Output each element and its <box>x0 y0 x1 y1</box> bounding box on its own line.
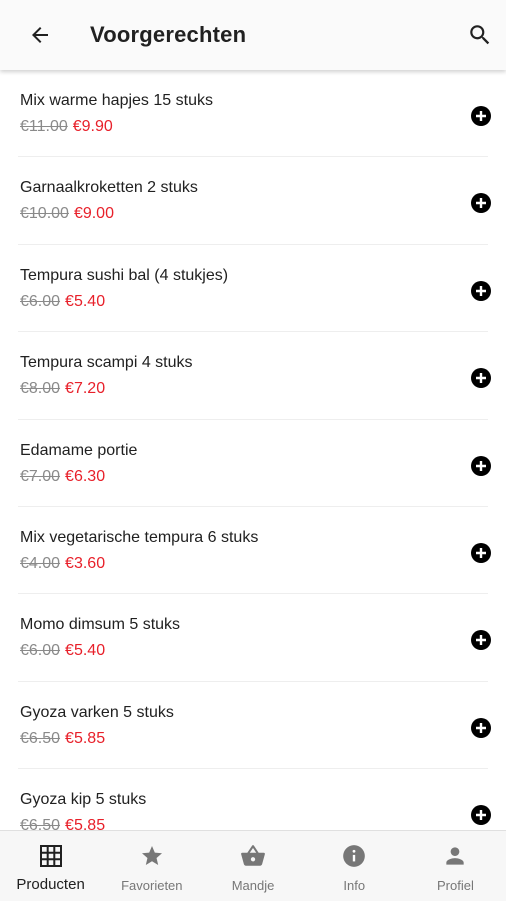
nav-label: Info <box>343 878 366 893</box>
product-name: Gyoza kip 5 stuks <box>20 791 147 809</box>
add-to-cart-button[interactable] <box>463 185 499 221</box>
product-row[interactable]: Mix vegetarische tempura 6 stuks €4.00 €3… <box>18 507 491 595</box>
back-button[interactable] <box>22 17 58 53</box>
product-name: Gyoza varken 5 stuks <box>20 703 174 721</box>
basket-icon <box>241 845 265 866</box>
product-row[interactable]: Momo dimsum 5 stuks €6.00 €5.40 <box>18 594 491 682</box>
add-circle-icon <box>471 368 491 389</box>
page-title: Voorgerechten <box>90 22 247 47</box>
add-circle-icon <box>471 193 491 214</box>
nav-label: Producten <box>16 876 85 893</box>
search-button[interactable] <box>462 17 498 53</box>
sale-price: €5.85 <box>65 729 106 747</box>
add-to-cart-button[interactable] <box>463 535 499 571</box>
add-to-cart-button[interactable] <box>463 797 499 830</box>
product-row[interactable]: Gyoza varken 5 stuks €6.50 €5.85 <box>18 682 491 770</box>
sale-price: €9.00 <box>73 205 114 223</box>
product-price: €6.00 €5.40 <box>20 293 105 311</box>
add-circle-icon <box>471 805 491 826</box>
nav-profiel[interactable]: Profiel <box>405 831 506 901</box>
add-circle-icon <box>471 280 491 301</box>
product-row[interactable]: Garnaalkroketten 2 stuks €10.00 €9.00 <box>18 157 491 245</box>
old-price: €6.50 <box>20 729 61 747</box>
sale-price: €5.40 <box>65 642 106 660</box>
product-price: €8.00 €7.20 <box>20 380 105 398</box>
product-name: Mix vegetarische tempura 6 stuks <box>20 528 259 546</box>
add-to-cart-button[interactable] <box>463 360 499 396</box>
add-circle-icon <box>471 542 491 563</box>
nav-mandje[interactable]: Mandje <box>202 831 303 901</box>
product-row[interactable]: Tempura sushi bal (4 stukjes) €6.00 €5.40 <box>18 245 491 333</box>
nav-label: Mandje <box>231 878 275 893</box>
add-to-cart-button[interactable] <box>463 622 499 658</box>
sale-price: €6.30 <box>65 467 106 485</box>
product-price: €4.00 €3.60 <box>20 555 105 573</box>
product-price: €6.00 €5.40 <box>20 642 105 660</box>
product-name: Momo dimsum 5 stuks <box>20 616 181 634</box>
nav-producten[interactable]: Producten <box>0 831 101 901</box>
old-price: €7.00 <box>20 467 61 485</box>
old-price: €4.00 <box>20 554 61 572</box>
product-name: Tempura scampi 4 stuks <box>20 354 193 372</box>
nav-label: Profiel <box>436 878 474 893</box>
product-price: €6.50 €5.85 <box>20 817 105 830</box>
grid-icon <box>39 845 62 867</box>
add-circle-icon <box>471 630 491 651</box>
add-circle-icon <box>471 455 491 476</box>
add-to-cart-button[interactable] <box>463 710 499 746</box>
sale-price: €7.20 <box>65 380 106 398</box>
product-row[interactable]: Mix warme hapjes 15 stuks €11.00 €9.90 <box>18 70 491 158</box>
add-circle-icon <box>471 106 491 126</box>
add-circle-icon <box>471 717 491 738</box>
product-price: €10.00 €9.00 <box>20 205 114 223</box>
sale-price: €9.90 <box>72 118 113 135</box>
search-icon <box>470 25 490 45</box>
nav-info[interactable]: Info <box>304 831 405 901</box>
old-price: €6.00 <box>20 292 61 310</box>
old-price: €11.00 <box>20 118 68 135</box>
nav-favorieten[interactable]: Favorieten <box>101 831 202 901</box>
star-icon <box>141 846 162 865</box>
sale-price: €3.60 <box>65 554 106 572</box>
nav-label: Favorieten <box>121 878 183 893</box>
product-list[interactable]: Mix warme hapjes 15 stuks €11.00 €9.90 Ga… <box>0 70 506 830</box>
add-to-cart-button[interactable] <box>463 448 499 484</box>
product-name: Tempura sushi bal (4 stukjes) <box>20 266 229 284</box>
app-bar: Voorgerechten <box>0 0 506 70</box>
product-row[interactable]: Edamame portie €7.00 €6.30 <box>18 420 491 507</box>
product-name: Garnaalkroketten 2 stuks <box>20 179 198 197</box>
add-to-cart-button[interactable] <box>463 98 499 134</box>
old-price: €8.00 <box>20 380 61 398</box>
arrow-left-icon <box>32 27 48 43</box>
product-price: €6.50 €5.85 <box>20 730 105 748</box>
old-price: €6.50 <box>20 817 61 830</box>
product-name: Mix warme hapjes 15 stuks <box>20 92 213 109</box>
bottom-navigation: Producten Favorieten Mandje Info Profiel <box>0 830 506 901</box>
product-price: €7.00 €6.30 <box>20 468 105 486</box>
person-icon <box>446 847 465 865</box>
old-price: €10.00 <box>20 205 69 223</box>
sale-price: €5.40 <box>65 292 106 310</box>
old-price: €6.00 <box>20 642 61 660</box>
info-icon <box>343 845 366 867</box>
product-row[interactable]: Tempura scampi 4 stuks €8.00 €7.20 <box>18 332 491 420</box>
sale-price: €5.85 <box>65 817 106 830</box>
product-row[interactable]: Gyoza kip 5 stuks €6.50 €5.85 <box>18 769 491 830</box>
product-price: €11.00 €9.90 <box>20 118 113 136</box>
product-name: Edamame portie <box>20 441 138 459</box>
add-to-cart-button[interactable] <box>463 273 499 309</box>
